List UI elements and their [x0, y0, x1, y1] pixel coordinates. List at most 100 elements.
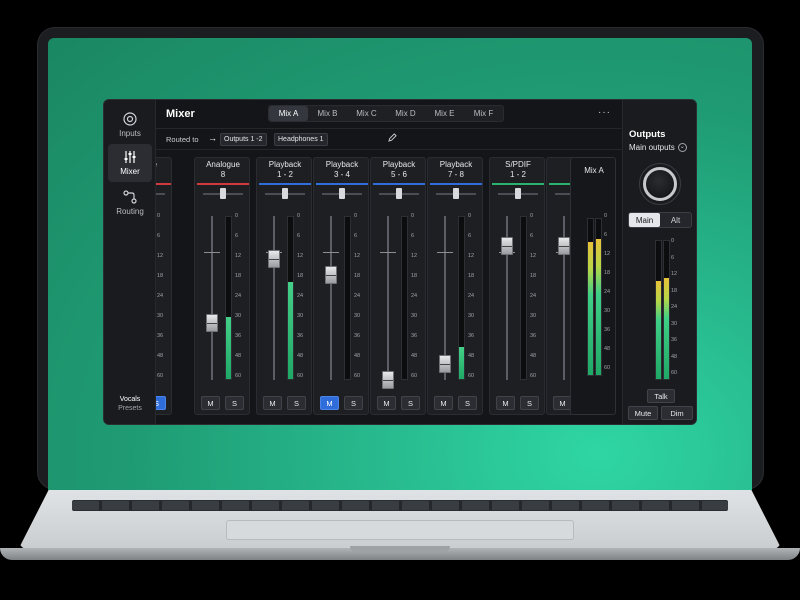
db-scale: 0 6 12 18 24 30 36 48 60 [297, 213, 313, 383]
db-tick: 6 [604, 232, 608, 238]
pencil-icon[interactable] [388, 133, 397, 144]
db-tick: 30 [604, 308, 611, 314]
fader-handle[interactable] [268, 249, 280, 268]
output-selector[interactable]: Main outputs ⌄ [629, 143, 687, 152]
outputs-title: Outputs [629, 129, 666, 140]
channel-name-line1: Playback [382, 160, 416, 169]
db-tick: 18 [157, 273, 164, 279]
db-tick: 18 [671, 287, 678, 294]
db-tick: 24 [468, 293, 475, 299]
mix-bus-meter [595, 218, 602, 376]
channel-name-line1: Playback [325, 160, 359, 169]
mixer-sliders-icon [122, 150, 138, 164]
channel-name-line1: Playback [268, 160, 302, 169]
db-tick: 18 [235, 273, 242, 279]
db-tick: 48 [530, 353, 537, 359]
fader-track [387, 216, 389, 380]
tab-mix-f[interactable]: Mix F [464, 106, 503, 121]
db-tick: 24 [530, 293, 537, 299]
lid-notch [350, 546, 450, 553]
alt-button[interactable]: Alt [660, 213, 691, 227]
volume-knob[interactable] [643, 167, 677, 201]
fader-handle[interactable] [382, 371, 394, 389]
db-scale: 0 6 12 18 24 30 36 48 60 [354, 213, 370, 383]
preset-name: Vocals [119, 396, 141, 403]
main-button[interactable]: Main [629, 213, 660, 227]
pan-track [156, 193, 165, 195]
mute-channel-button[interactable]: M [377, 396, 396, 410]
tab-mix-d[interactable]: Mix D [386, 106, 425, 121]
db-tick: 24 [604, 289, 611, 295]
route-chip-headphones[interactable]: Headphones 1 [274, 133, 328, 146]
solo-channel-button[interactable]: S [225, 396, 244, 410]
tab-mix-e[interactable]: Mix E [425, 106, 464, 121]
solo-channel-button[interactable]: S [344, 396, 363, 410]
db-tick: 60 [604, 365, 611, 371]
db-tick: 36 [354, 333, 361, 339]
channel-color-bar [197, 183, 249, 185]
pan-handle[interactable] [453, 188, 459, 199]
solo-channel-button[interactable]: S [520, 396, 539, 410]
db-tick: 60 [530, 373, 537, 379]
pan-handle[interactable] [515, 188, 521, 199]
sidebar-item-mixer[interactable]: Mixer [108, 144, 152, 182]
db-tick: 24 [235, 293, 242, 299]
sidebar-item-routing[interactable]: Routing [108, 184, 152, 222]
talk-button[interactable]: Talk [647, 389, 675, 403]
fader-track [330, 216, 332, 380]
tab-mix-b[interactable]: Mix B [308, 106, 347, 121]
db-scale: 0 6 12 18 24 30 36 48 60 [530, 213, 546, 383]
db-tick: 0 [157, 213, 161, 219]
fader-handle[interactable] [558, 236, 570, 255]
db-tick: 36 [411, 333, 418, 339]
db-tick: 6 [671, 254, 675, 261]
fader-handle[interactable] [439, 354, 451, 373]
fader-handle[interactable] [206, 313, 218, 332]
solo-channel-button[interactable]: S [401, 396, 420, 410]
db-tick: 48 [604, 346, 611, 352]
db-tick: 0 [530, 213, 534, 219]
channel-name: Playback 1 - 2 [257, 160, 313, 180]
fader-handle[interactable] [501, 236, 513, 255]
channel-color-bar [373, 183, 425, 185]
mute-channel-button[interactable]: M [434, 396, 453, 410]
db-tick: 12 [411, 253, 418, 259]
db-tick: 6 [157, 233, 161, 239]
solo-channel-button[interactable]: S [458, 396, 477, 410]
mute-channel-button[interactable]: M [496, 396, 515, 410]
solo-channel-button[interactable]: S [156, 396, 166, 410]
pan-handle[interactable] [220, 188, 226, 199]
channel-name-line1: Analogue [206, 160, 240, 169]
level-meter [520, 216, 527, 380]
output-meter-left [655, 240, 662, 380]
more-options-icon[interactable]: ··· [598, 107, 611, 118]
dim-button[interactable]: Dim [661, 406, 693, 420]
pan-handle[interactable] [282, 188, 288, 199]
laptop-base [0, 490, 800, 568]
presets-label: Presets [118, 405, 142, 412]
db-tick: 30 [235, 313, 242, 319]
channel-strip: alogue7 0 6 12 18 24 30 36 48 60 S [156, 157, 172, 415]
level-meter [287, 216, 294, 380]
presets-button[interactable]: Vocals Presets [104, 396, 156, 412]
db-tick: 6 [530, 233, 534, 239]
db-tick: 36 [530, 333, 537, 339]
mix-bus-meter-fill [596, 239, 601, 375]
mute-channel-button[interactable]: M [201, 396, 220, 410]
laptop-scene: Inputs Mixer Routing Vocals Presets Mixe… [0, 0, 800, 600]
mute-button[interactable]: Mute [628, 406, 658, 420]
db-tick: 0 [411, 213, 415, 219]
tab-mix-a[interactable]: Mix A [269, 106, 308, 121]
fader-handle[interactable] [325, 266, 337, 285]
mute-channel-button[interactable]: M [320, 396, 339, 410]
channel-color-bar [430, 183, 482, 185]
sidebar-item-inputs[interactable]: Inputs [108, 106, 152, 144]
db-tick: 48 [354, 353, 361, 359]
pan-handle[interactable] [339, 188, 345, 199]
pan-handle[interactable] [396, 188, 402, 199]
mute-channel-button[interactable]: M [263, 396, 282, 410]
tab-mix-c[interactable]: Mix C [347, 106, 386, 121]
route-chip-outputs[interactable]: Outputs 1 -2 [220, 133, 267, 146]
level-meter [401, 216, 408, 380]
solo-channel-button[interactable]: S [287, 396, 306, 410]
